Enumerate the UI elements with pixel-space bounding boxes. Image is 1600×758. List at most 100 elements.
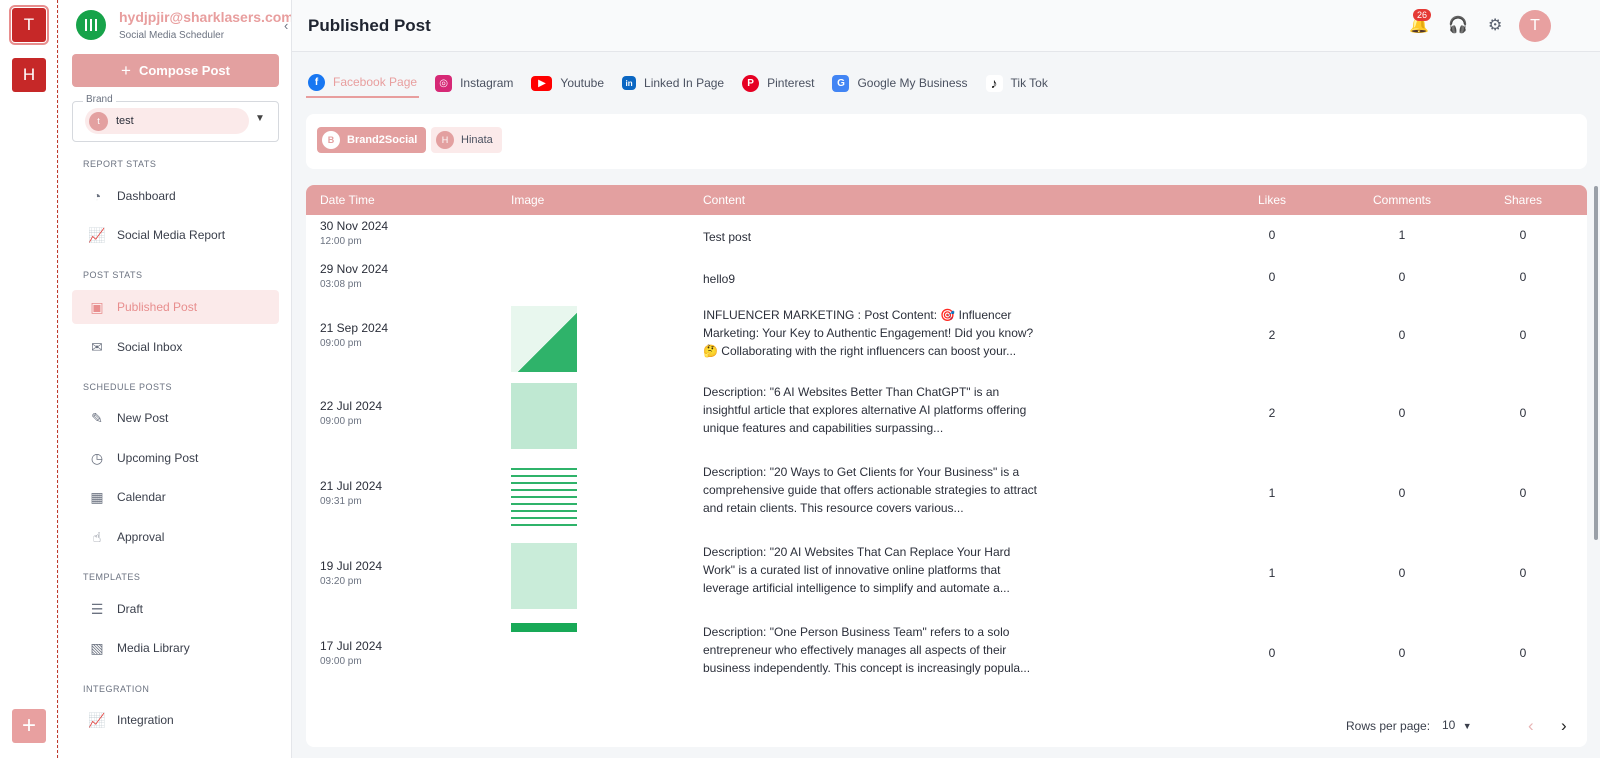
post-comments: 0 <box>1398 486 1406 500</box>
post-thumbnail[interactable] <box>511 306 577 372</box>
post-shares: 0 <box>1519 228 1527 242</box>
table-row[interactable]: 17 Jul 2024 09:00 pm Description: "One P… <box>306 619 1587 699</box>
sidebar-item-new-post[interactable]: ✎ New Post <box>72 401 279 435</box>
table-row[interactable]: 29 Nov 2024 03:08 pm hello9 0 0 0 <box>306 258 1587 301</box>
post-shares: 0 <box>1519 566 1527 580</box>
column-header-date-time[interactable]: Date Time <box>320 193 375 207</box>
sidebar-item-media-library[interactable]: ▧ Media Library <box>72 631 279 665</box>
post-time: 03:08 pm <box>320 279 362 290</box>
sidebar-item-published-post[interactable]: ▣ Published Post <box>72 290 279 324</box>
tab-label: Pinterest <box>767 76 815 90</box>
draft-icon: ☰ <box>90 600 104 617</box>
table-row[interactable]: 22 Jul 2024 09:00 pm Description: "6 AI … <box>306 379 1587 459</box>
column-header-comments[interactable]: Comments <box>1350 193 1454 207</box>
headset-icon[interactable]: 🎧 <box>1448 15 1468 35</box>
post-time: 12:00 pm <box>320 236 362 247</box>
add-workspace-button[interactable]: + <box>12 709 46 743</box>
table-row[interactable]: 21 Jul 2024 09:31 pm Description: "20 Wa… <box>306 459 1587 539</box>
compose-post-button[interactable]: + Compose Post <box>72 54 279 87</box>
table-row[interactable]: 21 Sep 2024 09:00 pm INFLUENCER MARKETIN… <box>306 301 1587 379</box>
post-comments: 0 <box>1398 406 1406 420</box>
published-posts-table: Date Time Image Content Likes Comments S… <box>306 185 1587 747</box>
table-row[interactable]: 19 Jul 2024 03:20 pm Description: "20 AI… <box>306 539 1587 619</box>
post-time: 09:00 pm <box>320 656 362 667</box>
media-library-icon: ▧ <box>90 639 104 656</box>
tab-instagram[interactable]: ◎ Instagram <box>433 68 515 98</box>
post-likes: 0 <box>1268 646 1276 660</box>
post-thumbnail[interactable] <box>511 383 577 449</box>
integration-icon: 📈 <box>88 711 106 728</box>
post-comments: 0 <box>1398 270 1406 284</box>
section-integration: INTEGRATION <box>83 684 150 694</box>
column-header-content: Content <box>703 193 746 207</box>
brand-value: test <box>116 115 134 127</box>
user-avatar[interactable]: T <box>1519 10 1551 42</box>
tab-linked-in-page[interactable]: in Linked In Page <box>620 68 726 98</box>
post-date: 30 Nov 2024 <box>320 219 389 233</box>
page-selector: B Brand2Social H Hinata <box>306 114 1587 169</box>
sidebar-item-approval[interactable]: ☝ Approval <box>72 520 279 554</box>
sidebar-item-upcoming-post[interactable]: ◷ Upcoming Post <box>72 441 279 475</box>
google-business-icon: G <box>832 74 850 92</box>
post-thumbnail[interactable] <box>511 623 577 689</box>
tab-google-my-business[interactable]: G Google My Business <box>830 68 969 98</box>
sidebar-item-calendar[interactable]: ▦ Calendar <box>72 480 279 514</box>
chart-icon: 📈 <box>88 226 106 243</box>
approval-icon: ☝ <box>92 528 102 545</box>
workspace-rail: T H + <box>0 0 58 758</box>
column-header-likes[interactable]: Likes <box>1252 193 1292 207</box>
post-datetime: 29 Nov 2024 03:08 pm <box>320 262 388 290</box>
post-thumbnail[interactable] <box>511 543 577 609</box>
workspace-t[interactable]: T <box>9 5 49 45</box>
sidebar-item-label: Published Post <box>117 300 198 314</box>
rows-per-page-value: 10 <box>1442 718 1456 732</box>
clock-icon: ◷ <box>90 449 104 466</box>
post-shares: 0 <box>1519 270 1527 284</box>
workspace-h[interactable]: H <box>12 58 46 92</box>
sidebar-item-draft[interactable]: ☰ Draft <box>72 592 279 626</box>
tab-tik-tok[interactable]: ♪ Tik Tok <box>984 68 1050 98</box>
post-likes: 1 <box>1268 566 1276 580</box>
section-templates: TEMPLATES <box>83 572 141 582</box>
page-scrollbar[interactable] <box>1594 186 1598 540</box>
section-report-stats: REPORT STATS <box>83 159 157 169</box>
page-chip-hinata[interactable]: H Hinata <box>431 127 502 153</box>
brand-chip[interactable]: t test <box>85 108 249 134</box>
tab-facebook-page[interactable]: f Facebook Page <box>306 68 420 98</box>
post-likes: 1 <box>1268 486 1276 500</box>
post-content: Description: "One Person Business Team" … <box>703 625 1031 675</box>
sidebar-item-label: Dashboard <box>117 189 176 203</box>
account-email: hydjpjir@sharklasers.com <box>119 9 292 25</box>
table-pagination: Rows per page: 10 ▼ ‹ › <box>306 712 1587 742</box>
chevron-down-icon[interactable]: ▼ <box>255 113 265 124</box>
instagram-icon: ◎ <box>435 74 453 92</box>
gear-icon[interactable]: ⚙ <box>1488 15 1502 35</box>
sidebar-item-label: Social Inbox <box>117 340 183 354</box>
post-likes: 0 <box>1268 228 1276 242</box>
table-row[interactable]: 30 Nov 2024 12:00 pm Test post 0 1 0 <box>306 215 1587 258</box>
post-datetime: 30 Nov 2024 12:00 pm <box>320 219 388 247</box>
sidebar-item-dashboard[interactable]: ◔ Dashboard <box>72 179 279 213</box>
post-thumbnail[interactable] <box>511 463 577 529</box>
sidebar-item-social-media-report[interactable]: 📈 Social Media Report <box>72 218 279 252</box>
tiktok-icon: ♪ <box>985 74 1003 92</box>
next-page-icon[interactable]: › <box>1561 716 1567 736</box>
chevron-left-icon[interactable]: ‹ <box>284 18 288 33</box>
tab-pinterest[interactable]: P Pinterest <box>740 68 816 98</box>
column-header-shares[interactable]: Shares <box>1488 193 1558 207</box>
column-header-image: Image <box>511 193 545 207</box>
tab-youtube[interactable]: ▶ Youtube <box>529 68 606 98</box>
sidebar-item-label: Integration <box>117 713 174 727</box>
post-time: 09:00 pm <box>320 338 362 349</box>
brand-select-label: Brand <box>83 94 116 105</box>
page-chip-brand2social[interactable]: B Brand2Social <box>317 127 427 153</box>
rows-per-page-select[interactable]: 10 ▼ <box>1442 718 1472 732</box>
previous-page-icon[interactable]: ‹ <box>1528 716 1534 736</box>
section-post-stats: POST STATS <box>83 270 143 280</box>
post-shares: 0 <box>1519 646 1527 660</box>
gauge-icon: ◔ <box>92 188 102 204</box>
sidebar-item-integration[interactable]: 📈 Integration <box>72 703 279 737</box>
post-content: Description: "20 AI Websites That Can Re… <box>703 545 1011 595</box>
sidebar-item-social-inbox[interactable]: ✉ Social Inbox <box>72 330 279 364</box>
post-datetime: 19 Jul 2024 03:20 pm <box>320 559 382 587</box>
